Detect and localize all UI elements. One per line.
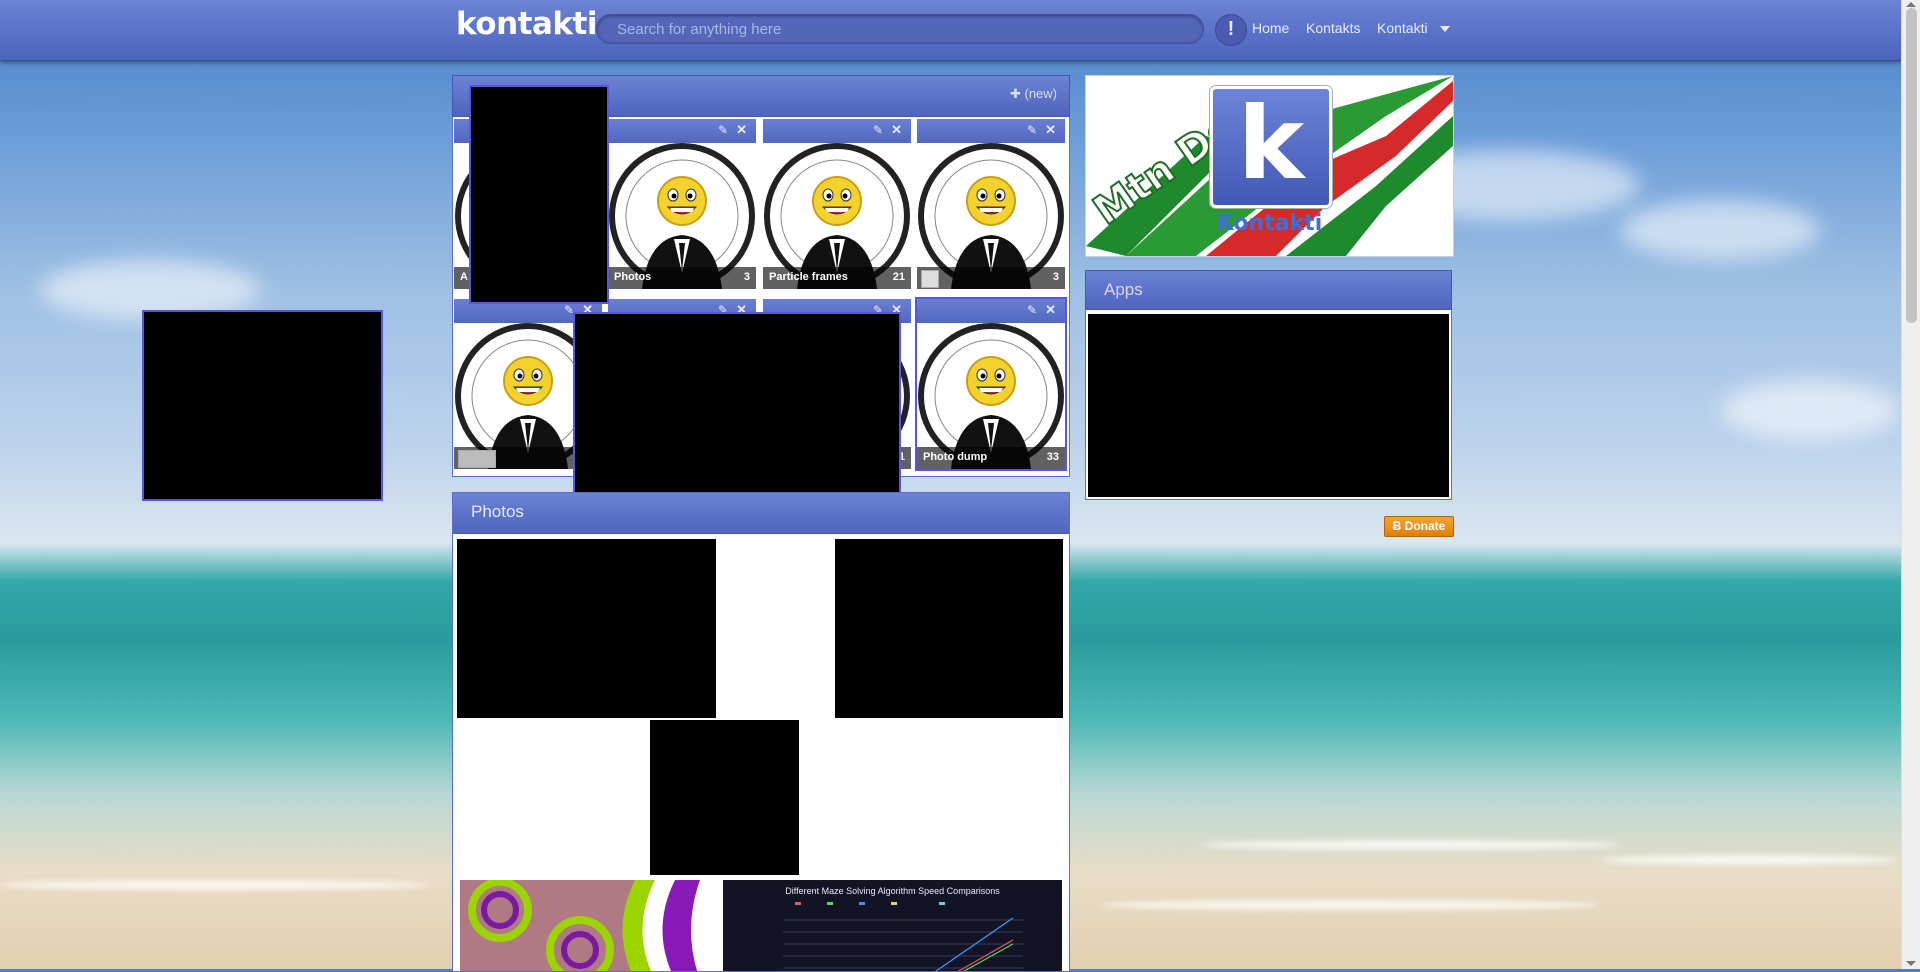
scroll-down-arrow-icon[interactable]	[1906, 961, 1916, 966]
album-footer: Photo dump 33	[917, 447, 1065, 469]
scroll-up-arrow-icon[interactable]	[1906, 2, 1916, 7]
album-name: Particle frames	[769, 271, 848, 283]
photos-title: Photos	[471, 502, 524, 521]
nav-home-link[interactable]: Home	[1252, 20, 1289, 36]
chevron-down-icon[interactable]	[1440, 26, 1450, 32]
album-toolbar: ✎✕	[608, 119, 756, 143]
apps-content[interactable]	[1088, 314, 1449, 497]
chart-thumbnail-graphic	[783, 902, 1023, 971]
page-scrollbar[interactable]	[1901, 0, 1920, 969]
wave-decoration	[1200, 840, 1620, 850]
album-name: A	[460, 271, 468, 283]
donate-label: Donate	[1404, 519, 1446, 533]
new-album-button[interactable]: ✚ (new)	[1010, 86, 1057, 102]
wave-decoration	[1100, 900, 1600, 910]
album-swatch	[458, 450, 496, 468]
apps-header: Apps	[1085, 270, 1452, 310]
redacted-overlay	[573, 312, 901, 502]
photos-header: Photos	[453, 493, 1069, 534]
search-input[interactable]: Search for anything here	[596, 14, 1204, 44]
nav-kontakti-link[interactable]: Kontakti	[1377, 20, 1428, 36]
album-footer: Photos 3	[608, 267, 756, 289]
profile-caption: Kontakti	[1216, 211, 1323, 236]
edit-icon[interactable]: ✎	[564, 303, 574, 317]
scrollbar-thumb[interactable]	[1906, 8, 1917, 323]
photo-thumbnail[interactable]	[457, 539, 716, 718]
new-album-label: (new)	[1024, 86, 1057, 101]
apps-title: Apps	[1104, 280, 1143, 299]
app-logo[interactable]: kontakti	[456, 6, 597, 42]
photos-panel: Photos Different Maze Solving Algorithm …	[452, 492, 1070, 972]
cloud-decoration	[1720, 380, 1900, 440]
edit-icon[interactable]: ✎	[1027, 303, 1037, 317]
optical-illusion-photo[interactable]	[460, 880, 714, 972]
album-tile[interactable]: ✎ ✕ Photos 3	[608, 119, 756, 289]
album-name: Photos	[614, 271, 652, 283]
bitcoin-icon: Ƀ	[1392, 519, 1402, 533]
close-icon[interactable]: ✕	[1045, 302, 1056, 318]
album-count: 33	[1046, 451, 1059, 463]
close-icon[interactable]: ✕	[736, 122, 747, 138]
notification-icon[interactable]: !	[1215, 14, 1247, 46]
album-tile[interactable]: ✎ ✕ Particle frames 21	[763, 119, 911, 289]
donate-button[interactable]: Ƀ Donate	[1384, 516, 1454, 537]
album-footer: Particle frames 21	[763, 267, 911, 289]
album-footer: 3	[917, 267, 1065, 289]
top-navigation-bar: kontakti Search for anything here ! Home…	[0, 0, 1902, 61]
nav-kontakts-link[interactable]: Kontakts	[1306, 20, 1360, 36]
edit-icon[interactable]: ✎	[1027, 123, 1037, 137]
album-toolbar: ✎✕	[917, 119, 1065, 143]
wave-decoration	[1600, 855, 1900, 865]
cloud-decoration	[1620, 200, 1820, 260]
redacted-overlay	[142, 310, 383, 501]
wave-decoration	[0, 880, 430, 890]
album-toolbar: ✎✕	[763, 119, 911, 143]
album-name: Photo dump	[923, 451, 988, 463]
maze-chart-photo[interactable]: Different Maze Solving Algorithm Speed C…	[723, 880, 1062, 971]
album-swatch	[921, 270, 939, 288]
redacted-overlay	[469, 85, 609, 304]
album-count: 3	[1052, 271, 1059, 283]
kontakti-logo-icon: k	[1210, 86, 1332, 208]
album-count: 3	[743, 271, 750, 283]
edit-icon[interactable]: ✎	[873, 123, 883, 137]
album-toolbar: ✎✕	[917, 299, 1065, 323]
edit-icon[interactable]: ✎	[718, 123, 728, 137]
album-count: 21	[892, 271, 905, 283]
close-icon[interactable]: ✕	[891, 122, 902, 138]
photo-thumbnail[interactable]	[835, 539, 1063, 718]
profile-banner: Mtn Dew k Kontakti	[1085, 75, 1454, 257]
album-count: 1	[898, 451, 905, 463]
photo-thumbnail[interactable]	[650, 720, 799, 875]
cloud-decoration	[40, 260, 260, 320]
album-tile-selected[interactable]: ✎ ✕ Photo dump 33	[915, 297, 1067, 471]
apps-panel: Apps	[1085, 270, 1452, 500]
close-icon[interactable]: ✕	[1045, 122, 1056, 138]
album-tile[interactable]: ✎ ✕ 3	[917, 119, 1065, 289]
